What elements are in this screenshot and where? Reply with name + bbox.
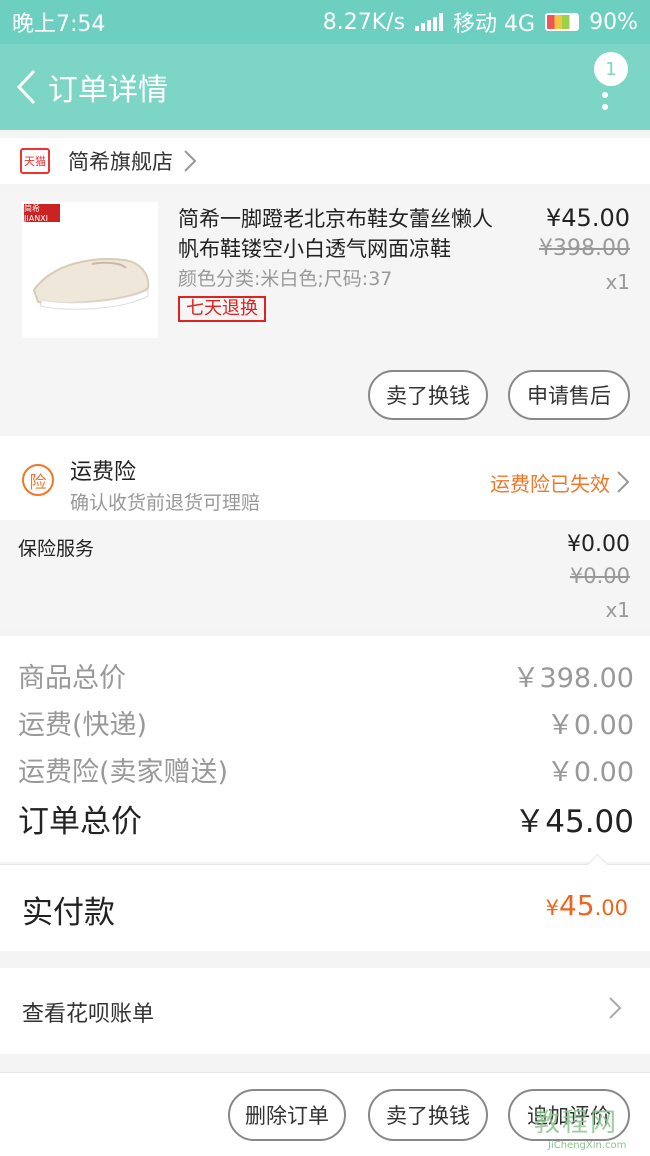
more-dots-icon [602, 92, 608, 116]
page-title: 订单详情 [48, 73, 168, 108]
summary-label: 运费险(卖家赠送) [18, 757, 229, 788]
order-total-row: 订单总价 ￥45.00 [18, 796, 634, 841]
signal-icon [415, 13, 444, 31]
watermark: 教程网 [534, 1108, 619, 1138]
summary-row: 运费(快递) ￥0.00 [18, 703, 634, 742]
chevron-right-icon [184, 150, 197, 172]
more-menu-button[interactable]: 1 [588, 52, 628, 122]
sell-for-cash-button[interactable]: 卖了换钱 [368, 1089, 488, 1141]
product-image[interactable]: 简希 JIANXI [22, 202, 158, 338]
insurance-title: 运费险 [70, 460, 137, 485]
chevron-right-icon [617, 471, 630, 493]
summary-row: 商品总价 ￥398.00 [18, 656, 634, 695]
order-total-label: 订单总价 [18, 804, 142, 840]
chevron-right-icon [609, 997, 622, 1019]
order-total-value: ￥45.00 [514, 804, 634, 840]
return-policy-tag: 七天退换 [178, 296, 266, 322]
back-button[interactable] [8, 44, 44, 130]
product-original-price: ¥398.00 [539, 236, 630, 261]
summary-value: ￥0.00 [546, 710, 634, 741]
price-summary: 商品总价 ￥398.00 运费(快递) ￥0.00 运费险(卖家赠送) ￥0.0… [0, 636, 650, 862]
store-name: 简希旗舰店 [68, 150, 173, 174]
paid-label: 实付款 [22, 895, 115, 931]
product-quantity: x1 [605, 270, 630, 294]
store-row[interactable]: 天猫 简希旗舰店 [0, 138, 650, 184]
app-header: 订单详情 1 [0, 44, 650, 130]
product-item[interactable]: 简希 JIANXI 简希一脚蹬老北京布鞋女蕾丝懒人帆布鞋镂空小白透气网面凉鞋 颜… [0, 192, 650, 436]
product-spec: 颜色分类:米白色;尺码:37 [178, 268, 393, 290]
chevron-left-icon [16, 69, 36, 105]
status-time: 晚上7:54 [12, 12, 106, 37]
battery-icon [545, 13, 580, 31]
network-speed: 8.27K/s [322, 9, 406, 35]
product-title[interactable]: 简希一脚蹬老北京布鞋女蕾丝懒人帆布鞋镂空小白透气网面凉鞋 [178, 204, 498, 264]
insurance-subtitle: 确认收货前退货可理赔 [70, 492, 261, 514]
sell-button[interactable]: 卖了换钱 [368, 370, 488, 420]
battery-level: 90% [589, 9, 638, 35]
service-original-price: ¥0.00 [569, 564, 630, 588]
notification-badge: 1 [594, 52, 628, 86]
service-price: ¥0.00 [567, 532, 630, 557]
tmall-icon: 天猫 [20, 148, 50, 174]
huabei-label: 查看花呗账单 [22, 1002, 155, 1027]
insurance-service-item: 保险服务 ¥0.00 ¥0.00 x1 [0, 520, 650, 630]
insurance-status: 运费险已失效 [490, 472, 610, 496]
after-sale-button[interactable]: 申请售后 [508, 370, 630, 420]
service-label: 保险服务 [18, 538, 95, 560]
brand-logo: 简希 JIANXI [24, 204, 60, 223]
watermark-url: JiChengXin.com [548, 1140, 627, 1151]
shipping-insurance-row[interactable]: 险 运费险 确认收货前退货可理赔 运费险已失效 [0, 436, 650, 520]
delete-order-button[interactable]: 删除订单 [228, 1089, 346, 1141]
summary-row: 运费险(卖家赠送) ￥0.00 [18, 750, 634, 789]
paid-amount: ¥45.00 [545, 889, 628, 922]
status-bar: 晚上7:54 8.27K/s 移动 4G 90% [0, 0, 650, 44]
insurance-icon: 险 [22, 464, 54, 496]
service-quantity: x1 [605, 598, 630, 622]
summary-value: ￥0.00 [546, 757, 634, 788]
paid-amount-row: 实付款 ¥45.00 [0, 853, 650, 951]
summary-label: 运费(快递) [18, 710, 148, 741]
product-price: ¥45.00 [546, 204, 630, 232]
summary-value: ￥398.00 [512, 663, 634, 694]
summary-label: 商品总价 [18, 663, 126, 694]
carrier: 移动 4G [453, 12, 536, 37]
huabei-bill-row[interactable]: 查看花呗账单 [0, 968, 650, 1054]
